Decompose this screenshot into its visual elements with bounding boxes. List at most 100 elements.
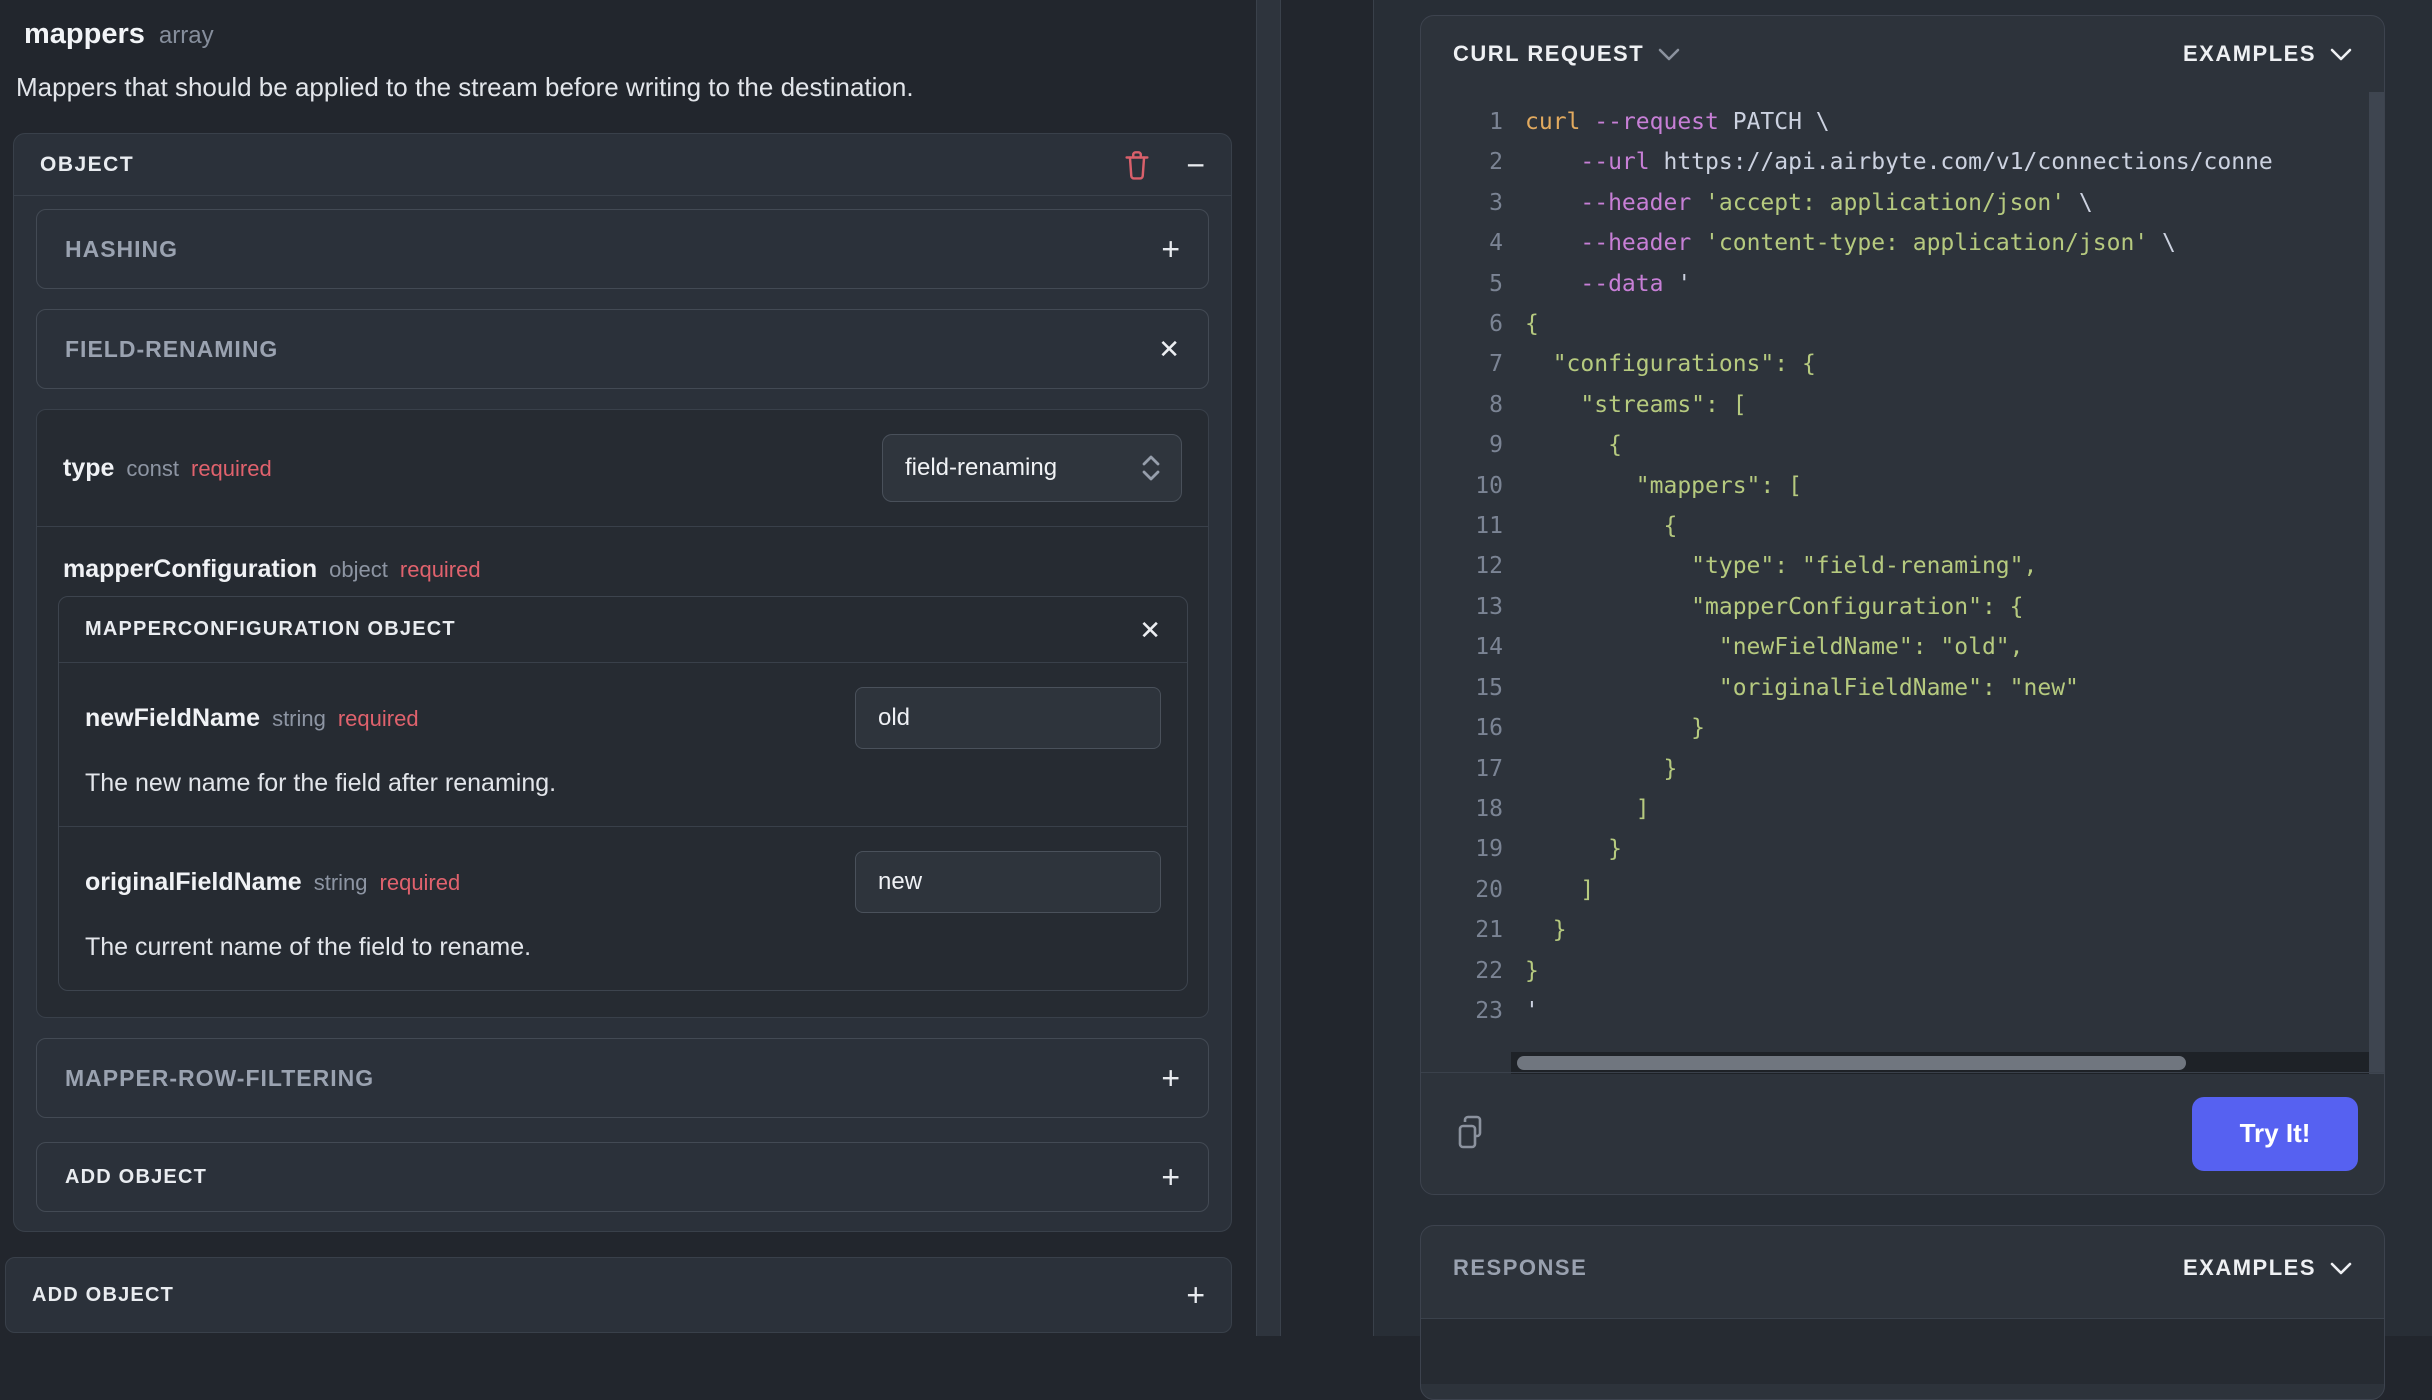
type-select[interactable]: field-renaming [882,434,1182,502]
vertical-scrollbar[interactable] [2369,92,2384,1074]
type-row: type const required field-renaming [37,410,1208,526]
code-line: 2 --url https://api.airbyte.com/v1/conne… [1489,149,2273,176]
new-field-name-required-badge: required [337,705,419,731]
response-examples-dropdown[interactable]: EXAMPLES [2183,1255,2352,1281]
code-line: 17 } [1475,755,1678,782]
code-line: 4 --header 'content-type: application/js… [1489,230,2176,257]
field-heading: mappers array [24,18,214,51]
mapper-row-filtering-section[interactable]: MAPPER-ROW-FILTERING + [36,1038,1209,1118]
original-field-name-block: originalFieldName string required The cu… [59,826,1187,990]
plus-icon[interactable]: + [1186,1279,1205,1311]
plus-icon[interactable]: + [1161,1062,1180,1094]
code-line: 8 "streams": [ [1489,391,1747,418]
minus-icon: − [1186,146,1205,183]
new-field-name-input[interactable] [855,687,1161,749]
code-line: 12 "type": "field-renaming", [1475,553,2038,580]
code-line: 5 --data ' [1489,270,1692,297]
hashing-section[interactable]: HASHING + [36,209,1209,289]
plus-icon[interactable]: + [1161,1161,1180,1193]
field-type-badge: array [158,22,214,49]
new-field-name-block: newFieldName string required The new nam… [59,663,1187,826]
mapper-configuration-row: mapperConfiguration object required [37,526,1208,594]
response-examples-label: EXAMPLES [2182,1255,2316,1280]
code-line: 20 ] [1475,876,1595,903]
code-line: 21 } [1475,917,1567,944]
select-updown-icon [1142,455,1160,481]
object-panel-body: HASHING + FIELD-RENAMING ✕ type const re… [14,196,1231,1234]
field-name: mappers [24,18,145,50]
collapse-object-button[interactable]: − [1186,149,1205,181]
field-description: Mappers that should be applied to the st… [16,72,914,102]
field-renaming-title: FIELD-RENAMING [65,335,279,362]
original-field-name-required-badge: required [379,869,461,895]
type-required-badge: required [191,455,272,481]
code-line: 22} [1475,957,1539,984]
code-line: 15 "originalFieldName": "new" [1475,674,2079,701]
chevron-down-icon [1658,48,1680,60]
response-card: RESPONSE EXAMPLES [1420,1225,2385,1400]
code-line: 18 ] [1475,795,1650,822]
original-field-name-label: originalFieldName [85,867,302,896]
examples-dropdown[interactable]: EXAMPLES [2183,41,2352,67]
column-scrollbar-gutter[interactable] [1256,0,1281,1336]
code-line: 10 "mappers": [ [1475,472,1802,499]
mapper-configuration-label: mapperConfiguration [63,555,318,583]
trash-icon [1125,150,1149,180]
mapper-row-filtering-title: MAPPER-ROW-FILTERING [65,1064,375,1091]
horizontal-scrollbar[interactable] [1511,1052,2369,1074]
hashing-title: HASHING [65,235,179,262]
mapper-configuration-meta: object [329,557,388,582]
code-block[interactable]: 1 curl --request PATCH \ 2 --url https://a… [1421,92,2384,1031]
curl-request-footer: Try It! [1421,1072,2384,1194]
mapper-configuration-object-header: MAPPERCONFIGURATION OBJECT ✕ [59,597,1187,663]
code-line: 23 ' [1475,997,1539,1024]
copy-code-button[interactable] [1453,1114,1487,1154]
chevron-down-icon [2330,48,2352,60]
original-field-name-input[interactable] [855,851,1161,913]
add-object-inner-label: ADD OBJECT [65,1165,208,1188]
add-object-inner-button[interactable]: ADD OBJECT + [36,1142,1209,1212]
code-line: 14 "newFieldName": "old", [1475,634,2024,661]
code-line: 7 "configurations": { [1489,351,1816,378]
object-panel-header: OBJECT − [14,134,1231,196]
mapper-configuration-object-box: MAPPERCONFIGURATION OBJECT ✕ newFieldNam… [58,596,1188,991]
code-line: 3 --header 'accept: application/json' \ [1489,189,2093,216]
original-field-name-description: The current name of the field to rename. [85,933,532,961]
plus-icon[interactable]: + [1161,233,1180,265]
curl-request-header: CURL REQUEST EXAMPLES [1421,16,2384,92]
copy-icon [1458,1115,1482,1148]
horizontal-scrollbar-thumb[interactable] [1517,1056,2187,1070]
code-line: 16 } [1475,715,1706,742]
chevron-down-icon [2330,1262,2352,1274]
delete-object-button[interactable] [1122,149,1152,181]
type-label: type [63,453,115,482]
curl-request-dropdown[interactable]: CURL REQUEST [1453,41,1680,67]
code-line: 9 { [1489,432,1622,459]
new-field-name-label: newFieldName [85,703,261,732]
schema-column: mappers array Mappers that should be app… [0,0,1233,1336]
field-renaming-content: type const required field-renaming mappe… [36,409,1209,1018]
response-body [1421,1318,2384,1384]
try-it-button[interactable]: Try It! [2192,1096,2358,1171]
request-column: CURL REQUEST EXAMPLES 1 curl --request PA… [1373,0,2432,1400]
object-panel: OBJECT − HASHING + FIELD-RENAMING ✕ type… [13,133,1232,1232]
object-panel-title: OBJECT [40,152,135,176]
response-header: RESPONSE EXAMPLES [1421,1226,2384,1310]
mapper-configuration-required-badge: required [399,557,481,582]
code-line: 6{ [1489,311,1539,338]
mapper-configuration-object-title: MAPPERCONFIGURATION OBJECT [85,618,456,640]
close-icon[interactable]: ✕ [1139,617,1161,643]
curl-request-title: CURL REQUEST [1453,41,1645,66]
examples-label: EXAMPLES [2182,41,2316,66]
response-title: RESPONSE [1453,1255,1588,1280]
close-icon[interactable]: ✕ [1158,336,1180,362]
original-field-name-meta: string [313,869,368,895]
code-line: 1 curl --request PATCH \ [1489,109,1830,135]
code-line: 11 { [1475,513,1678,540]
field-renaming-section[interactable]: FIELD-RENAMING ✕ [36,309,1209,389]
new-field-name-meta: string [272,705,326,731]
type-meta: const [126,455,179,481]
add-object-outer-label: ADD OBJECT [32,1283,175,1306]
code-area: 1 curl --request PATCH \ 2 --url https://a… [1421,92,2384,1074]
add-object-outer-button[interactable]: ADD OBJECT + [5,1257,1232,1333]
